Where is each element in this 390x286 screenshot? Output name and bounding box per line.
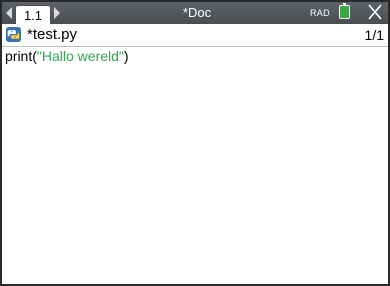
document-title: *Doc [182,5,212,20]
tab-page-1-1[interactable]: 1.1 [15,5,51,25]
code-string-literal: "Hallo wereld" [36,48,124,64]
calculator-window: 1.1 *Doc RAD *test.py 1/1 print("Hallo w… [0,0,390,286]
page-tab-label: 1.1 [23,8,43,23]
code-function: print [5,48,33,64]
title-bar: 1.1 *Doc RAD [2,2,388,25]
page-counter: 1/1 [364,27,384,43]
battery-icon [339,3,350,19]
editor-header: *test.py 1/1 [2,24,388,47]
code-close-paren: ) [123,48,129,64]
file-name: *test.py [27,26,78,43]
code-editor[interactable]: print("Hallo wereld") [2,47,388,284]
angle-mode-indicator: RAD [310,8,330,18]
previous-page-arrow-icon[interactable] [6,7,12,19]
close-icon[interactable] [366,3,384,21]
next-page-arrow-icon[interactable] [54,7,60,19]
python-logo-icon [6,27,21,42]
code-line-1[interactable]: print("Hallo wereld") [5,47,129,65]
